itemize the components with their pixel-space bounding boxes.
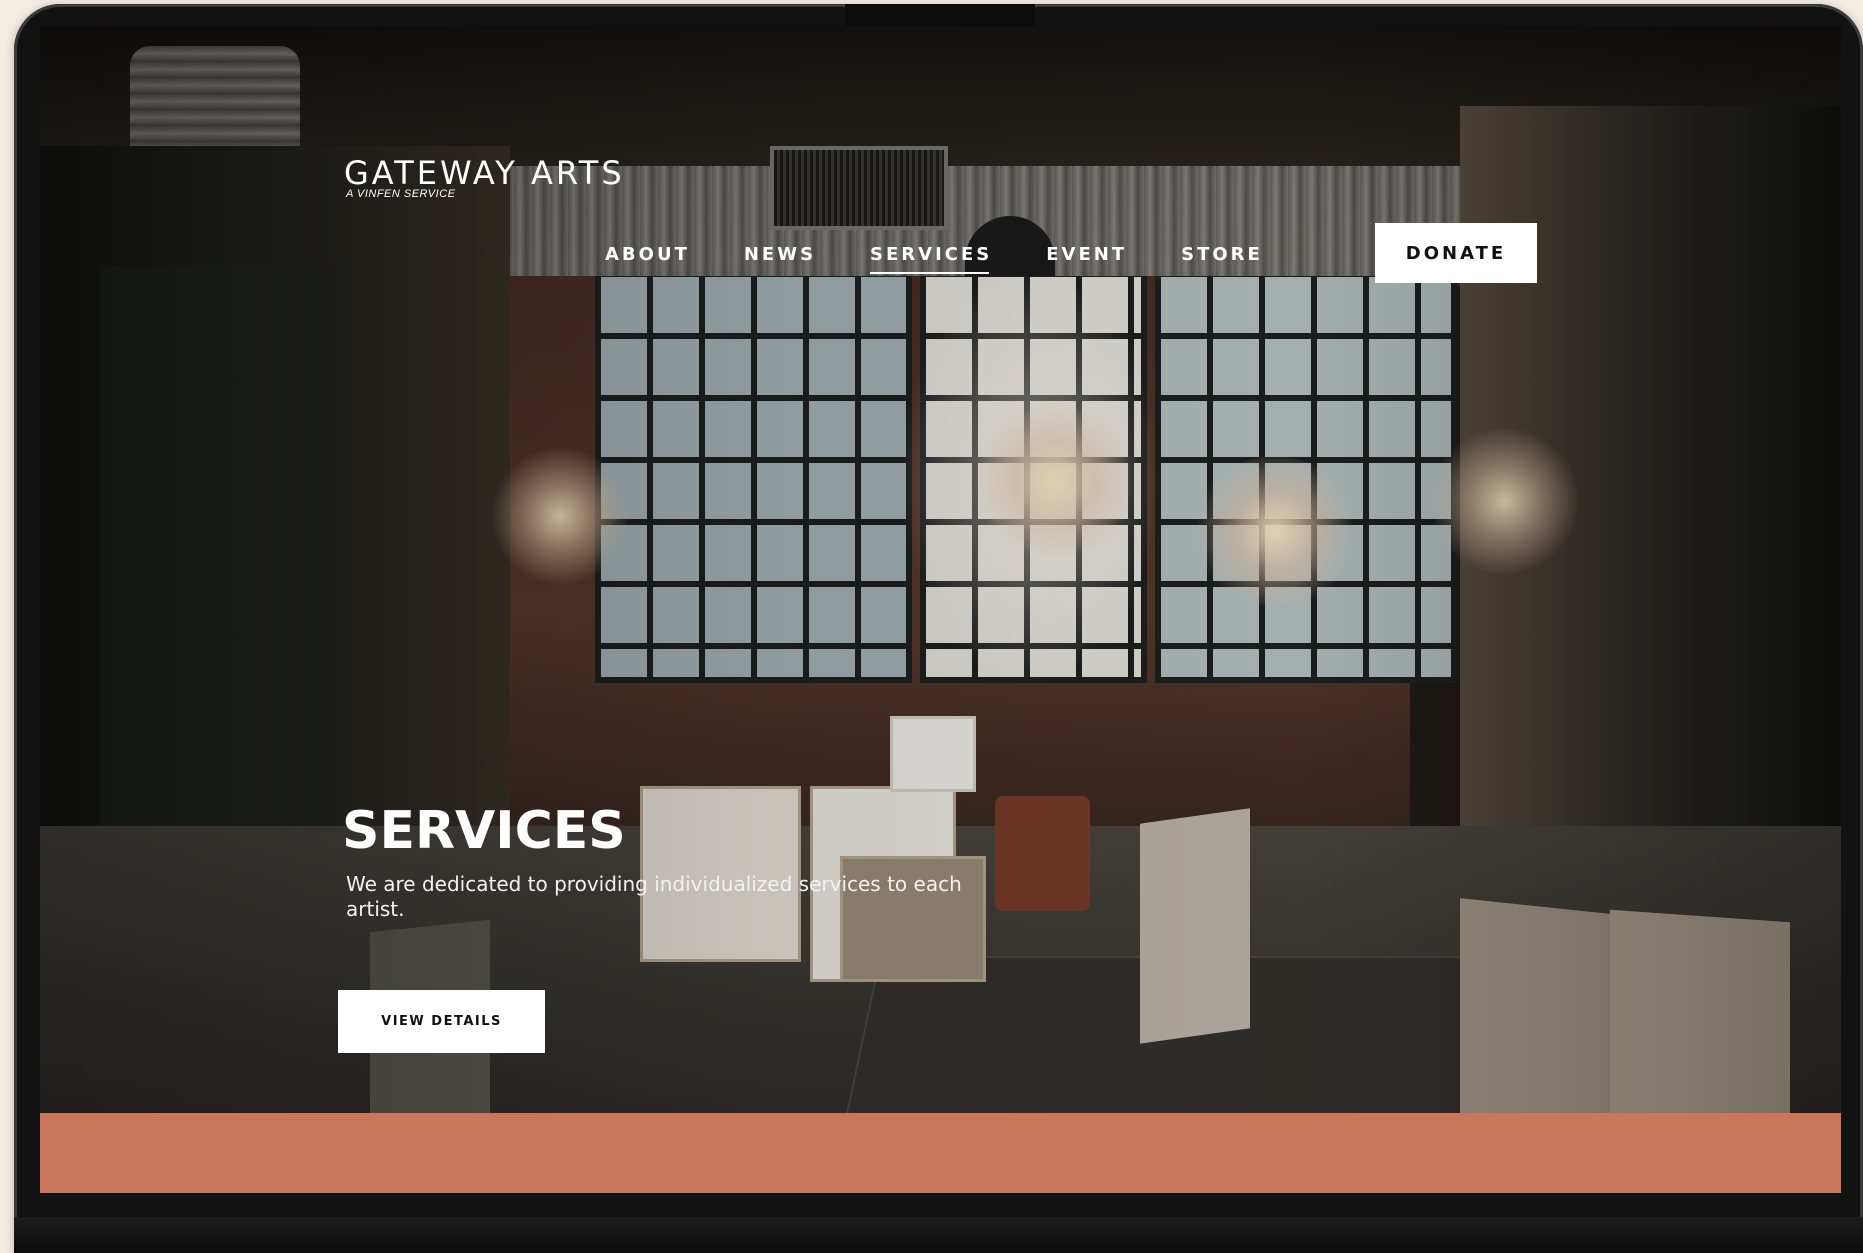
hero-background-photo: [40, 26, 1841, 1193]
accent-band: [40, 1113, 1841, 1193]
laptop-base: [14, 1217, 1863, 1253]
nav-item-store[interactable]: STORE: [1181, 244, 1263, 265]
nav-item-news[interactable]: NEWS: [744, 244, 816, 265]
nav-item-event[interactable]: EVENT: [1046, 244, 1127, 265]
donate-button[interactable]: DONATE: [1375, 223, 1537, 283]
logo-title: GATEWAY ARTS: [344, 154, 625, 192]
hero-description: We are dedicated to providing individual…: [346, 872, 962, 921]
hero-title: SERVICES: [342, 801, 626, 861]
main-nav: ABOUT NEWS SERVICES EVENT STORE: [605, 244, 1317, 274]
site-logo[interactable]: GATEWAY ARTS A VINFEN SERVICE: [344, 156, 625, 200]
screen: GATEWAY ARTS A VINFEN SERVICE ABOUT NEWS…: [40, 26, 1841, 1193]
view-details-button[interactable]: VIEW DETAILS: [338, 990, 545, 1053]
photo-overlay: [40, 26, 1841, 1193]
nav-item-services[interactable]: SERVICES: [870, 244, 992, 274]
nav-item-about[interactable]: ABOUT: [605, 244, 690, 265]
